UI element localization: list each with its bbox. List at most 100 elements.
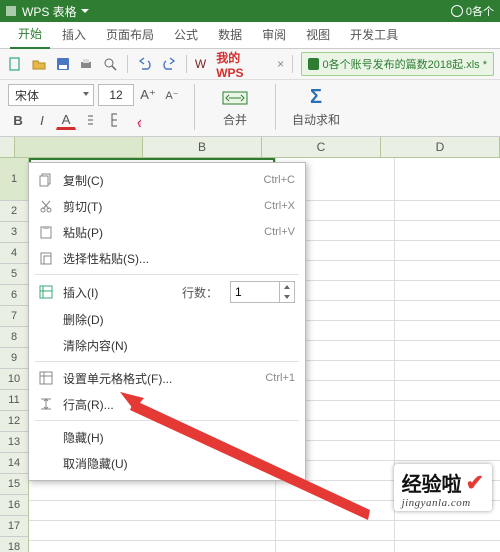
open-file-icon[interactable]: [30, 55, 48, 73]
ribbon-tab[interactable]: 数据: [210, 22, 250, 48]
cell[interactable]: [395, 360, 500, 381]
row-header[interactable]: 8: [0, 327, 29, 348]
app-menu-dropdown-icon[interactable]: [81, 9, 89, 13]
cell[interactable]: [395, 260, 500, 281]
ribbon-tab[interactable]: 开发工具: [342, 22, 406, 48]
row-header[interactable]: 6: [0, 285, 29, 306]
print-preview-icon[interactable]: [101, 55, 119, 73]
new-file-icon[interactable]: [6, 55, 24, 73]
cell[interactable]: [395, 158, 500, 201]
spinner-up-button[interactable]: [280, 282, 294, 292]
increase-font-button[interactable]: A⁺: [138, 85, 158, 105]
column-header[interactable]: B: [143, 137, 262, 157]
row-header[interactable]: 2: [0, 201, 29, 222]
cell[interactable]: [395, 400, 500, 421]
menu-hide[interactable]: 隐藏(H): [29, 424, 305, 450]
row-header[interactable]: 3: [0, 222, 29, 243]
save-icon[interactable]: [54, 55, 72, 73]
menu-format-cells[interactable]: 设置单元格格式(F)... Ctrl+1: [29, 365, 305, 391]
row-header[interactable]: 13: [0, 432, 29, 453]
cell[interactable]: [395, 320, 500, 341]
rows-count-spinner[interactable]: [230, 281, 295, 303]
align-button[interactable]: [80, 110, 100, 130]
row-header[interactable]: 17: [0, 516, 29, 537]
cell[interactable]: [276, 500, 395, 521]
cell[interactable]: [395, 300, 500, 321]
row-header[interactable]: 4: [0, 243, 29, 264]
undo-icon[interactable]: [136, 55, 154, 73]
cell[interactable]: [395, 540, 500, 552]
merge-cells-button[interactable]: 合并: [207, 87, 263, 128]
row-header[interactable]: 14: [0, 453, 29, 474]
column-header[interactable]: C: [262, 137, 381, 157]
redo-icon[interactable]: [160, 55, 178, 73]
border-button[interactable]: [104, 110, 124, 130]
row-header[interactable]: 1: [0, 158, 29, 201]
cell[interactable]: [29, 520, 276, 541]
menu-paste[interactable]: 粘贴(P) Ctrl+V: [29, 219, 305, 245]
ribbon-tab[interactable]: 开始: [10, 21, 50, 49]
font-size-select[interactable]: 12: [98, 84, 134, 106]
bold-button[interactable]: B: [8, 110, 28, 130]
row-header[interactable]: 5: [0, 264, 29, 285]
font-color-button[interactable]: A: [56, 110, 76, 130]
cell[interactable]: [395, 340, 500, 361]
decrease-font-button[interactable]: A⁻: [162, 85, 182, 105]
cell[interactable]: [395, 200, 500, 221]
my-wps-link[interactable]: 我的WPS: [212, 49, 271, 80]
print-icon[interactable]: [78, 55, 96, 73]
row-header[interactable]: 12: [0, 411, 29, 432]
cell[interactable]: [29, 500, 276, 521]
menu-delete[interactable]: 删除(D): [29, 306, 305, 332]
italic-button[interactable]: I: [32, 110, 52, 130]
cell[interactable]: [29, 540, 276, 552]
xls-file-icon: [308, 58, 318, 70]
select-all-corner[interactable]: [0, 137, 15, 157]
shortcut-label: Ctrl+X: [264, 200, 295, 212]
cell[interactable]: [395, 520, 500, 541]
cell[interactable]: [276, 520, 395, 541]
cell[interactable]: [395, 420, 500, 441]
menu-unhide[interactable]: 取消隐藏(U): [29, 450, 305, 476]
cell[interactable]: [276, 540, 395, 552]
rows-count-input[interactable]: [231, 282, 279, 302]
open-docs-indicator[interactable]: 0各个: [451, 3, 494, 19]
ribbon-tab[interactable]: 页面布局: [98, 22, 162, 48]
cell[interactable]: [395, 240, 500, 261]
menu-paste-special[interactable]: 选择性粘贴(S)...: [29, 245, 305, 271]
cell[interactable]: [395, 440, 500, 461]
menu-insert[interactable]: 插入(I) 行数：: [29, 278, 305, 306]
close-mywps-icon[interactable]: ×: [277, 57, 284, 71]
row-header[interactable]: 9: [0, 348, 29, 369]
menu-clear-contents[interactable]: 清除内容(N): [29, 332, 305, 358]
separator: [186, 55, 187, 73]
menu-cut[interactable]: 剪切(T) Ctrl+X: [29, 193, 305, 219]
cell[interactable]: [395, 380, 500, 401]
row-header[interactable]: 11: [0, 390, 29, 411]
ribbon-tab[interactable]: 审阅: [254, 22, 294, 48]
spinner-down-button[interactable]: [280, 292, 294, 302]
row-header[interactable]: 18: [0, 537, 29, 552]
menu-label: 粘贴(P): [63, 224, 256, 241]
font-family-select[interactable]: 宋体: [8, 84, 94, 106]
ribbon-tab[interactable]: 公式: [166, 22, 206, 48]
column-header[interactable]: [15, 137, 143, 157]
cell[interactable]: [395, 280, 500, 301]
cell[interactable]: [395, 220, 500, 241]
row-header[interactable]: 16: [0, 495, 29, 516]
ribbon-tab[interactable]: 插入: [54, 22, 94, 48]
ribbon-tab[interactable]: 视图: [298, 22, 338, 48]
row-header[interactable]: 10: [0, 369, 29, 390]
paste-special-icon: [37, 251, 55, 265]
cell[interactable]: [29, 480, 276, 501]
eraser-button[interactable]: [128, 110, 148, 130]
document-tab[interactable]: 0各个账号发布的篇数2018起.xls *: [301, 52, 494, 76]
column-header[interactable]: D: [381, 137, 500, 157]
row-header[interactable]: 15: [0, 474, 29, 495]
cell[interactable]: [276, 480, 395, 501]
autosum-button[interactable]: Σ 自动求和: [288, 87, 344, 128]
insert-icon: [37, 285, 55, 299]
row-header[interactable]: 7: [0, 306, 29, 327]
menu-row-height[interactable]: 行高(R)...: [29, 391, 305, 417]
menu-copy[interactable]: 复制(C) Ctrl+C: [29, 167, 305, 193]
